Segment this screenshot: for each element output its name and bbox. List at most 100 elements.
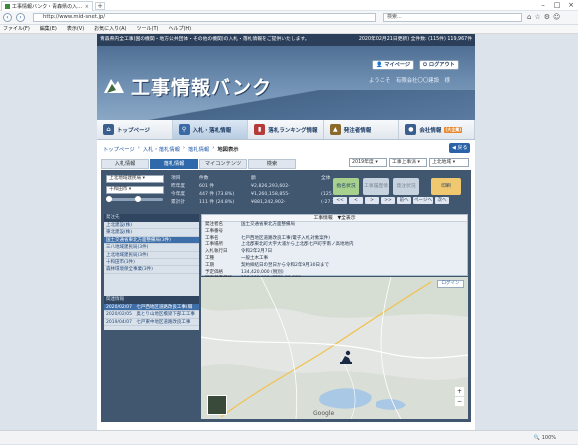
gmenu-ranking[interactable]: ▮ 落札ランキング情報 — [248, 120, 324, 139]
breadcrumb-top[interactable]: トップページ — [103, 145, 135, 153]
gmenu-label: トップページ — [117, 127, 150, 134]
stats-cell: 447 件 (73.8%) — [199, 192, 235, 197]
menu-favorites[interactable]: お気に入り(A) — [94, 25, 126, 33]
satellite-toggle[interactable] — [207, 395, 227, 415]
zoom-icon[interactable]: 🔍 — [534, 435, 542, 441]
map-login-button[interactable]: ログイン — [437, 280, 464, 288]
zoom-in-button[interactable]: + — [455, 387, 464, 396]
city-select[interactable]: 十和田市 ▾ — [106, 186, 164, 194]
new-tab-button[interactable]: + — [95, 2, 105, 10]
browser-tab[interactable]: 工事情報バンク・青森県の入... × — [1, 1, 93, 11]
first-page-button[interactable]: << — [333, 197, 347, 204]
next-page-button[interactable]: > — [365, 197, 379, 204]
detail-row: 工種 一般土木工事 — [202, 256, 467, 263]
stats-h: 額 — [251, 176, 256, 181]
orderer-list: 発注先 上北建設(株) 東北建設(株) 国土交通省東北方面整備局(3件) 三八地… — [104, 214, 199, 300]
office-select[interactable]: 上北地域建民局 ▾ — [106, 175, 164, 183]
menu-file[interactable]: ファイル(F) — [3, 25, 30, 33]
slider-handle[interactable] — [135, 196, 141, 202]
year-value: 2019年度 — [352, 160, 374, 165]
back-arrow-icon[interactable]: ‹ — [3, 13, 12, 22]
history-list: 関連情報 2020/02/07 七戸西地区道路改良工事(職 2020/02/05… — [104, 296, 199, 330]
history-header: 関連情報 — [104, 296, 199, 304]
list-item-selected[interactable]: 国土交通省東北方面整備局(3件) — [104, 236, 199, 245]
range-slider[interactable] — [106, 196, 163, 202]
history-button[interactable]: 工事履歴情報 — [363, 178, 389, 206]
list-item[interactable]: 上北建設(株) — [104, 222, 199, 230]
tab-bid-info[interactable]: 入札情報 — [101, 159, 149, 169]
prev-button[interactable]: 前へ — [397, 197, 411, 204]
welcome-text: ようこそ 有限会社〇〇建設 様 — [369, 78, 450, 84]
breadcrumb-awards[interactable]: 落札情報 — [188, 145, 209, 153]
browser-menubar: ファイル(F) 編集(E) 表示(V) お気に入り(A) ツール(T) ヘルプ(… — [0, 25, 578, 34]
close-tab-icon[interactable]: × — [85, 4, 89, 10]
gmenu-top[interactable]: ⌂ トップページ — [97, 120, 173, 139]
gmenu-orderer[interactable]: ▲ 発注者情報 — [324, 120, 400, 139]
last-page-button[interactable]: >> — [381, 197, 395, 204]
history-item[interactable]: 2019/04/07 七戸東中地区道路改良工事 — [104, 319, 199, 327]
stats-h: 全体 — [321, 176, 331, 181]
construction-marker-icon[interactable] — [339, 350, 353, 364]
settings-gear-icon[interactable]: ⚙ — [544, 13, 550, 21]
favorites-star-icon[interactable]: ☆ — [534, 13, 540, 21]
home-icon[interactable]: ⌂ — [527, 13, 531, 21]
minimize-icon[interactable]: – — [536, 0, 550, 10]
list-item[interactable]: 上北地域建民局(3件) — [104, 252, 199, 259]
area-select[interactable]: 工事上事派 ▾ — [389, 158, 427, 167]
close-window-icon[interactable]: × — [564, 0, 578, 10]
nomination-button[interactable]: 指名状況 — [333, 178, 359, 195]
info-left: 青森県内全工事(国の機関・地方公共団体・その他の機関)の入札・落札情報をご提供い… — [100, 37, 310, 42]
zoom-out-button[interactable]: − — [455, 397, 464, 406]
map-view[interactable]: ログイン Google + − — [201, 277, 468, 419]
next-button[interactable]: 次へ — [435, 197, 449, 204]
gmenu-label: 会社情報 — [419, 127, 442, 134]
tab-title: 工事情報バンク・青森県の入... — [12, 4, 82, 10]
list-item[interactable]: 三八地域建民局(3件) — [104, 244, 199, 252]
print-button[interactable]: 印刷 — [431, 178, 461, 195]
detail-panel: 工事情報 ▼全表示 発注者名 国土交通省東北方面整備局 工事番号 工事名 七戸西地区… — [201, 214, 468, 281]
smiley-icon[interactable]: ☺ — [553, 13, 560, 21]
logout-label: ログアウト — [428, 62, 455, 68]
site-logo[interactable]: 工事情報バンク — [131, 73, 272, 100]
menu-view[interactable]: 表示(V) — [67, 25, 84, 33]
sub-tabs: 入札情報 落札情報 マイコンテンツ 検索 — [101, 159, 296, 169]
menu-help[interactable]: ヘルプ(H) — [168, 25, 191, 33]
year-select[interactable]: 2019年度 ▾ — [349, 158, 387, 167]
page-jump-button[interactable]: ページへ — [413, 197, 433, 204]
maximize-icon[interactable]: □ — [550, 0, 564, 10]
prev-page-button[interactable]: < — [349, 197, 363, 204]
logout-button[interactable]: ⏻ ログアウト — [419, 60, 459, 70]
tab-search[interactable]: 検索 — [248, 159, 296, 169]
info-right: 2020年02月21日更新) 全件数: (115件) 119,967件 — [358, 37, 472, 42]
detail-title[interactable]: 工事情報 ▼全表示 — [202, 215, 467, 222]
mypage-button[interactable]: 👤 マイページ — [372, 60, 415, 70]
google-logo: Google — [313, 410, 335, 417]
stats-cell: ¥881,242,902- — [251, 200, 286, 205]
gmenu-company[interactable]: ● 会社情報 (大企業) — [399, 120, 475, 139]
stats-h: 件数 — [199, 176, 209, 181]
gmenu-bids[interactable]: ⚲ 入札・落札情報 — [172, 120, 249, 139]
history-item[interactable]: 2020/02/05 奥とり山地区橋梁下部工工事 — [104, 311, 199, 319]
list-item[interactable]: 十和田市(3件) — [104, 259, 199, 267]
forward-arrow-icon[interactable]: › — [16, 13, 25, 22]
browser-search-input[interactable]: 検索... — [383, 13, 522, 22]
list-item[interactable]: 森林環境保全事業(3件) — [104, 266, 199, 274]
menu-edit[interactable]: 編集(E) — [40, 25, 57, 33]
stats-cell: 昨年度 — [171, 184, 186, 189]
stats-cell: ¥1,260,158,855- — [251, 192, 290, 197]
zoom-level[interactable]: 100% — [542, 435, 556, 441]
address-bar[interactable]: http://www.mid-snet.jp/ — [33, 13, 376, 22]
list-item[interactable]: 東北建設(株) — [104, 229, 199, 237]
status-button[interactable]: 発注状況 — [393, 178, 419, 195]
back-button[interactable]: ◀ 戻る — [449, 143, 471, 153]
breadcrumb-bids[interactable]: 入札・落札情報 — [143, 145, 180, 153]
tab-my-contents[interactable]: マイコンテンツ — [199, 159, 247, 169]
history-item[interactable]: 2020/02/07 七戸西地区道路改良工事(職 — [104, 304, 199, 312]
menu-tools[interactable]: ツール(T) — [137, 25, 159, 33]
tab-award-info[interactable]: 落札情報 — [150, 159, 198, 169]
area-value: 工事上事派 — [392, 160, 416, 165]
slider-handle[interactable] — [106, 196, 112, 202]
detail-row: 工事番号 — [202, 229, 467, 236]
detail-key: 発注者名 — [205, 222, 223, 227]
region-select[interactable]: 上北地域 ▾ — [429, 158, 469, 167]
